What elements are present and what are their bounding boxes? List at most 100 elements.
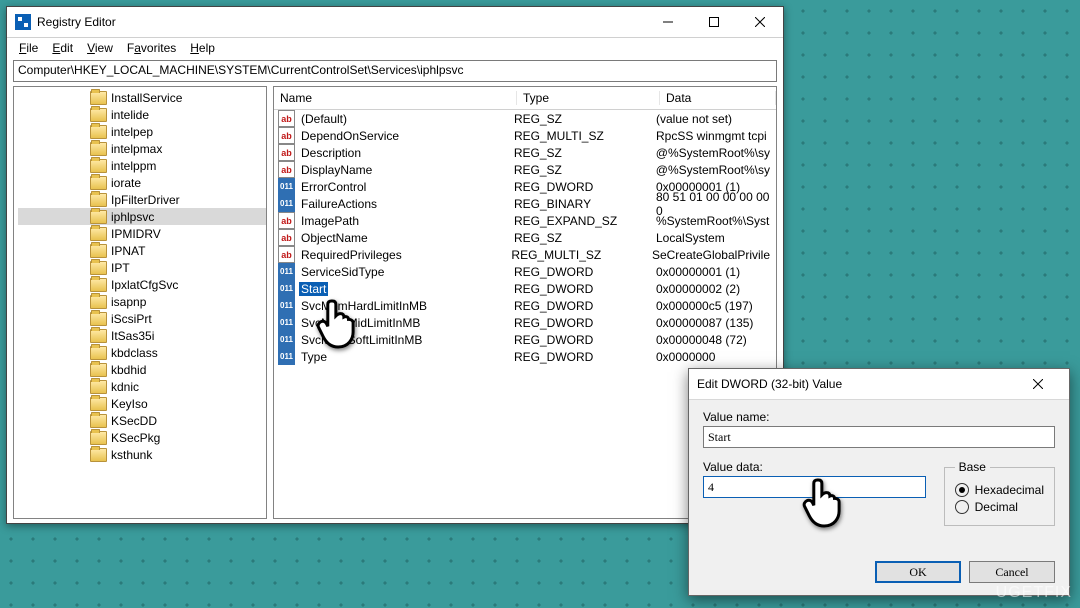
radio-hexadecimal[interactable]: Hexadecimal [955, 483, 1044, 497]
value-row[interactable]: 011SvcMemMidLimitInMBREG_DWORD0x00000087… [274, 314, 776, 331]
value-row[interactable]: 011FailureActionsREG_BINARY80 51 01 00 0… [274, 195, 776, 212]
tree-item-iorate[interactable]: iorate [18, 174, 266, 191]
tree-item-installservice[interactable]: InstallService [18, 89, 266, 106]
tree-item-ipxlatcfgsvc[interactable]: IpxlatCfgSvc [18, 276, 266, 293]
tree-item-ksthunk[interactable]: ksthunk [18, 446, 266, 463]
binary-icon: 011 [278, 178, 295, 195]
tree-item-ipt[interactable]: IPT [18, 259, 266, 276]
tree-item-intelpep[interactable]: intelpep [18, 123, 266, 140]
string-icon: ab [278, 161, 295, 178]
folder-icon [90, 91, 107, 105]
value-data-input[interactable] [703, 476, 926, 498]
tree-item-ipfilterdriver[interactable]: IpFilterDriver [18, 191, 266, 208]
maximize-button[interactable] [691, 7, 737, 37]
string-icon: ab [278, 246, 295, 263]
folder-icon [90, 397, 107, 411]
folder-icon [90, 278, 107, 292]
folder-icon [90, 329, 107, 343]
string-icon: ab [278, 127, 295, 144]
tree-item-ipmidrv[interactable]: IPMIDRV [18, 225, 266, 242]
folder-icon [90, 431, 107, 445]
menu-view[interactable]: View [81, 39, 119, 57]
titlebar[interactable]: Registry Editor [7, 7, 783, 38]
tree-item-iscsiprt[interactable]: iScsiPrt [18, 310, 266, 327]
tree-pane[interactable]: InstallServiceintelideintelpepintelpmaxi… [13, 86, 267, 519]
binary-icon: 011 [278, 280, 295, 297]
cancel-button[interactable]: Cancel [969, 561, 1055, 583]
folder-icon [90, 312, 107, 326]
minimize-button[interactable] [645, 7, 691, 37]
binary-icon: 011 [278, 263, 295, 280]
value-row[interactable]: 011ServiceSidTypeREG_DWORD0x00000001 (1) [274, 263, 776, 280]
folder-icon [90, 227, 107, 241]
value-row[interactable]: 011SvcMemHardLimitInMBREG_DWORD0x000000c… [274, 297, 776, 314]
value-data-label: Value data: [703, 460, 926, 474]
string-icon: ab [278, 144, 295, 161]
folder-icon [90, 142, 107, 156]
tree-item-ksecdd[interactable]: KSecDD [18, 412, 266, 429]
radio-decimal[interactable]: Decimal [955, 500, 1044, 514]
value-row[interactable]: 011SvcMemSoftLimitInMBREG_DWORD0x0000004… [274, 331, 776, 348]
value-name-input[interactable] [703, 426, 1055, 448]
folder-icon [90, 414, 107, 428]
menu-favorites[interactable]: Favorites [121, 39, 182, 57]
dialog-titlebar[interactable]: Edit DWORD (32-bit) Value [689, 369, 1069, 400]
regedit-window: Registry Editor File Edit View Favorites… [6, 6, 784, 524]
folder-icon [90, 159, 107, 173]
value-row[interactable]: abRequiredPrivilegesREG_MULTI_SZSeCreate… [274, 246, 776, 263]
value-row[interactable]: 011TypeREG_DWORD0x0000000 [274, 348, 776, 365]
menu-edit[interactable]: Edit [46, 39, 79, 57]
tree-item-ksecpkg[interactable]: KSecPkg [18, 429, 266, 446]
tree-item-intelide[interactable]: intelide [18, 106, 266, 123]
value-row[interactable]: abDependOnServiceREG_MULTI_SZRpcSS winmg… [274, 127, 776, 144]
tree-item-keyiso[interactable]: KeyIso [18, 395, 266, 412]
window-title: Registry Editor [37, 15, 645, 29]
binary-icon: 011 [278, 297, 295, 314]
tree-item-isapnp[interactable]: isapnp [18, 293, 266, 310]
value-name-label: Value name: [703, 410, 1055, 424]
col-name[interactable]: Name [274, 91, 517, 105]
regedit-icon [15, 14, 31, 30]
folder-icon [90, 176, 107, 190]
value-row[interactable]: 011StartREG_DWORD0x00000002 (2) [274, 280, 776, 297]
binary-icon: 011 [278, 348, 295, 365]
edit-dword-dialog: Edit DWORD (32-bit) Value Value name: Va… [688, 368, 1070, 596]
close-button[interactable] [737, 7, 783, 37]
list-header[interactable]: Name Type Data [274, 87, 776, 110]
base-legend: Base [955, 460, 990, 474]
folder-icon [90, 108, 107, 122]
tree-item-kbdhid[interactable]: kbdhid [18, 361, 266, 378]
tree-item-intelppm[interactable]: intelppm [18, 157, 266, 174]
col-type[interactable]: Type [517, 91, 660, 105]
tree-item-itsas35i[interactable]: ItSas35i [18, 327, 266, 344]
tree-item-kdnic[interactable]: kdnic [18, 378, 266, 395]
folder-icon [90, 244, 107, 258]
tree-item-ipnat[interactable]: IPNAT [18, 242, 266, 259]
string-icon: ab [278, 229, 295, 246]
col-data[interactable]: Data [660, 91, 776, 105]
base-group: Base Hexadecimal Decimal [944, 460, 1055, 526]
binary-icon: 011 [278, 195, 295, 212]
folder-icon [90, 193, 107, 207]
radio-empty-icon [955, 500, 969, 514]
tree-item-iphlpsvc[interactable]: iphlpsvc [18, 208, 266, 225]
binary-icon: 011 [278, 314, 295, 331]
address-bar[interactable]: Computer\HKEY_LOCAL_MACHINE\SYSTEM\Curre… [13, 60, 777, 82]
menu-file[interactable]: File [13, 39, 44, 57]
folder-icon [90, 363, 107, 377]
value-row[interactable]: abDisplayNameREG_SZ@%SystemRoot%\sy [274, 161, 776, 178]
watermark: UGETFIX [996, 584, 1072, 602]
menubar: File Edit View Favorites Help [7, 38, 783, 58]
tree-item-kbdclass[interactable]: kbdclass [18, 344, 266, 361]
dialog-close-button[interactable] [1015, 369, 1061, 399]
folder-icon [90, 125, 107, 139]
ok-button[interactable]: OK [875, 561, 961, 583]
value-row[interactable]: abDescriptionREG_SZ@%SystemRoot%\sy [274, 144, 776, 161]
menu-help[interactable]: Help [184, 39, 221, 57]
tree-item-intelpmax[interactable]: intelpmax [18, 140, 266, 157]
value-row[interactable]: abObjectNameREG_SZLocalSystem [274, 229, 776, 246]
value-row[interactable]: abImagePathREG_EXPAND_SZ%SystemRoot%\Sys… [274, 212, 776, 229]
value-row[interactable]: ab(Default)REG_SZ(value not set) [274, 110, 776, 127]
folder-icon [90, 346, 107, 360]
folder-icon [90, 448, 107, 462]
